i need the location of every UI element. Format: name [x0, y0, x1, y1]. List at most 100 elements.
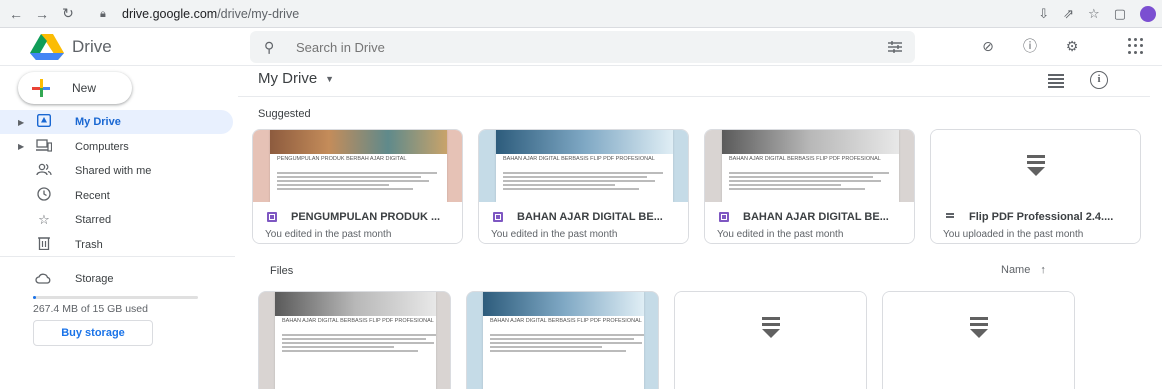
- sidebar-item-label: My Drive: [75, 116, 121, 128]
- card-title: Flip PDF Professional 2.4....: [945, 211, 1113, 223]
- file-type-icon: [969, 317, 988, 339]
- sidebar-divider: [0, 256, 235, 257]
- share-icon[interactable]: ⇗: [1063, 6, 1074, 22]
- sidebar-item-label: Storage: [75, 273, 114, 285]
- sidebar-item-trash[interactable]: Trash: [0, 233, 235, 257]
- storage-usage-bar: [33, 296, 198, 299]
- storage-usage-fill: [33, 296, 36, 299]
- info-icon[interactable]: i: [1090, 71, 1108, 89]
- new-button[interactable]: New: [18, 72, 132, 104]
- card-subtitle: You edited in the past month: [717, 229, 844, 240]
- card-title: PENGUMPULAN PRODUK ...: [267, 211, 440, 223]
- help-icon[interactable]: ⓘ: [1020, 36, 1040, 56]
- sidebar-item-recent[interactable]: Recent: [0, 184, 235, 208]
- file-preview: [931, 130, 1140, 202]
- back-arrow-icon[interactable]: ←: [8, 6, 24, 22]
- side-panel-icon[interactable]: ▢: [1114, 6, 1126, 22]
- card-subtitle: You uploaded in the past month: [943, 229, 1084, 240]
- main-divider: [238, 96, 1150, 97]
- card-title: BAHAN AJAR DIGITAL BE...: [719, 211, 889, 223]
- card-title-text: PENGUMPULAN PRODUK ...: [291, 211, 441, 223]
- suggested-card[interactable]: PENGUMPULAN PRODUK BERBAH AJAR DIGITAL PE…: [252, 129, 463, 244]
- browser-toolbar: ← → ↻ 🔒︎ drive.google.com/drive/my-drive…: [0, 0, 1162, 28]
- browser-nav: ← → ↻: [0, 5, 76, 22]
- forms-icon: [267, 212, 277, 222]
- sort-label: Name: [1001, 264, 1031, 276]
- document-preview-lines: [729, 172, 889, 192]
- file-card[interactable]: [882, 291, 1075, 389]
- sidebar-item-label: Shared with me: [75, 165, 152, 177]
- suggested-card[interactable]: Flip PDF Professional 2.4.... You uploade…: [930, 129, 1141, 244]
- sidebar-item-my-drive[interactable]: ▶ My Drive: [0, 110, 233, 134]
- card-title-text: BAHAN AJAR DIGITAL BE...: [743, 211, 889, 223]
- drive-logo-icon[interactable]: [30, 34, 64, 60]
- sidebar-item-computers[interactable]: ▶ Computers: [0, 135, 235, 159]
- sidebar-item-shared[interactable]: Shared with me: [0, 159, 235, 183]
- sidebar-nav: ▶ My Drive ▶ Computers Shared with me Re…: [0, 110, 235, 257]
- search-icon[interactable]: ⚲: [264, 39, 282, 56]
- sort-arrow-up-icon[interactable]: ↑: [1040, 264, 1046, 276]
- document-preview: PENGUMPULAN PRODUK BERBAH AJAR DIGITAL: [270, 130, 447, 202]
- shared-people-icon: [36, 163, 52, 179]
- clock-icon: [36, 187, 52, 204]
- file-icon: [945, 212, 955, 222]
- files-heading: Files: [270, 265, 294, 277]
- plus-icon: [32, 79, 50, 97]
- document-preview: BAHAN AJAR DIGITAL BERBASIS FLIP PDF PRO…: [722, 130, 899, 202]
- expand-caret-icon[interactable]: ▶: [18, 142, 24, 151]
- file-preview: [883, 292, 1074, 364]
- drive-header: Drive ⚲ ⊘ ⓘ ⚙: [0, 28, 1162, 66]
- url-path: /drive/my-drive: [217, 7, 300, 21]
- file-card[interactable]: BAHAN AJAR DIGITAL BERBASIS FLIP PDF PRO…: [258, 291, 451, 389]
- file-preview: [675, 292, 866, 364]
- app-name[interactable]: Drive: [72, 37, 112, 57]
- sidebar-item-label: Trash: [75, 238, 103, 251]
- file-card[interactable]: BAHAN AJAR DIGITAL BERBASIS FLIP PDF PRO…: [466, 291, 659, 389]
- sidebar-item-storage[interactable]: Storage: [0, 268, 235, 292]
- document-preview-lines: [490, 334, 644, 354]
- card-subtitle: You edited in the past month: [265, 229, 392, 240]
- card-footer: PENGUMPULAN PRODUK ... You edited in the …: [253, 202, 462, 243]
- chevron-down-icon: ▼: [325, 73, 335, 84]
- search-input[interactable]: [296, 39, 856, 55]
- google-apps-icon[interactable]: [1128, 38, 1144, 54]
- search-bar[interactable]: ⚲: [250, 31, 915, 63]
- document-preview-heading: PENGUMPULAN PRODUK BERBAH AJAR DIGITAL: [277, 156, 407, 162]
- page-title[interactable]: My Drive ▼: [258, 70, 334, 87]
- document-preview: BAHAN AJAR DIGITAL BERBASIS FLIP PDF PRO…: [483, 292, 644, 389]
- card-thumbnail: BAHAN AJAR DIGITAL BERBASIS FLIP PDF PRO…: [705, 130, 914, 202]
- document-preview-lines: [282, 334, 436, 354]
- address-bar[interactable]: 🔒︎ drive.google.com/drive/my-drive: [100, 4, 1005, 24]
- card-footer: Flip PDF Professional 2.4.... You uploade…: [931, 202, 1140, 243]
- card-thumbnail: PENGUMPULAN PRODUK BERBAH AJAR DIGITAL: [253, 130, 462, 202]
- document-header-image: [722, 130, 899, 154]
- settings-gear-icon[interactable]: ⚙: [1062, 36, 1082, 56]
- suggested-heading: Suggested: [258, 108, 311, 120]
- file-card[interactable]: [674, 291, 867, 389]
- document-header-image: [496, 130, 673, 154]
- ready-offline-icon[interactable]: ⊘: [978, 36, 998, 56]
- forward-arrow-icon[interactable]: →: [34, 6, 50, 22]
- new-button-label: New: [72, 81, 97, 95]
- buy-storage-button[interactable]: Buy storage: [33, 320, 153, 346]
- storage-used-text: 267.4 MB of 15 GB used: [33, 303, 148, 315]
- profile-avatar[interactable]: [1140, 6, 1156, 22]
- reload-icon[interactable]: ↻: [60, 5, 76, 22]
- document-preview-heading: BAHAN AJAR DIGITAL BERBASIS FLIP PDF PRO…: [490, 318, 642, 324]
- sidebar-item-starred[interactable]: ☆ Starred: [0, 208, 235, 232]
- sidebar-item-label: Computers: [75, 140, 129, 153]
- suggested-card[interactable]: BAHAN AJAR DIGITAL BERBASIS FLIP PDF PRO…: [704, 129, 915, 244]
- sidebar-item-label: Recent: [75, 189, 110, 202]
- sort-control[interactable]: Name ↑: [1001, 264, 1046, 276]
- document-header-image: [270, 130, 447, 154]
- expand-caret-icon[interactable]: ▶: [18, 118, 24, 127]
- document-header-image: [275, 292, 436, 316]
- suggested-card[interactable]: BAHAN AJAR DIGITAL BERBASIS FLIP PDF PRO…: [478, 129, 689, 244]
- document-header-image: [483, 292, 644, 316]
- search-options-icon[interactable]: [887, 39, 903, 55]
- document-preview-heading: BAHAN AJAR DIGITAL BERBASIS FLIP PDF PRO…: [729, 156, 881, 162]
- install-app-icon[interactable]: ⇩: [1038, 6, 1049, 22]
- bookmark-star-icon[interactable]: ☆: [1088, 6, 1100, 22]
- list-view-icon[interactable]: [1048, 74, 1064, 88]
- sidebar-item-label: Starred: [75, 214, 112, 226]
